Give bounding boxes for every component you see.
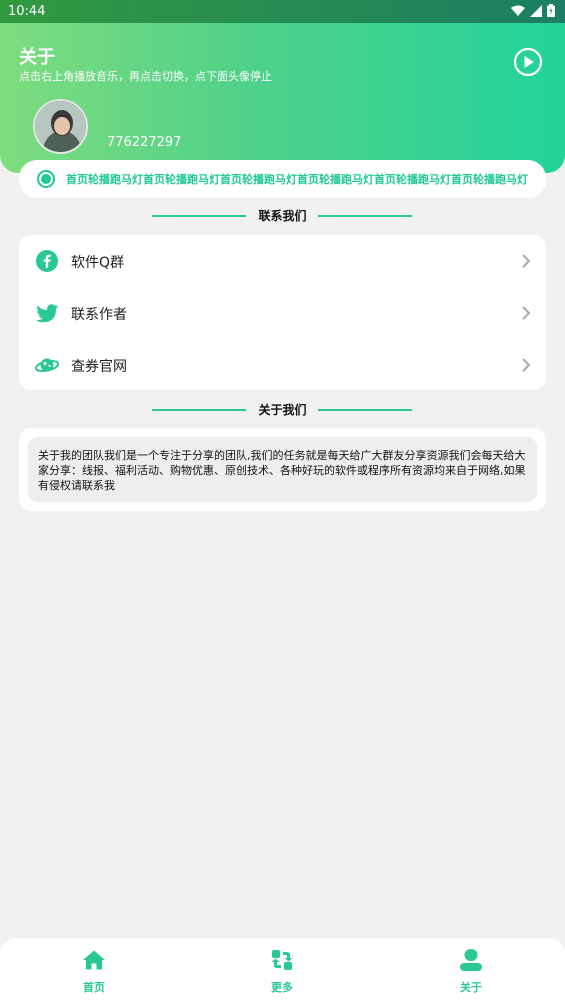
battery-icon (547, 4, 555, 17)
divider-line (152, 215, 246, 217)
avatar-image (35, 101, 86, 152)
contact-list: 软件Q群 联系作者 查券官网 (19, 235, 546, 390)
contact-section-title: 联系我们 (258, 209, 307, 223)
page-title: 关于 (19, 47, 55, 68)
user-id: 776227297 (107, 135, 182, 150)
list-item-label: 查券官网 (71, 359, 127, 375)
signal-icon (530, 4, 542, 17)
status-icons (511, 4, 555, 17)
divider-line (318, 409, 412, 411)
nav-more[interactable]: 更多 (242, 938, 322, 1004)
bottom-nav: 首页 更多 关于 (0, 938, 565, 1004)
list-item-contact-author[interactable]: 联系作者 (19, 287, 546, 339)
user-icon (460, 949, 482, 971)
header: 关于 点击右上角播放音乐，再点击切换，点下面头像停止 776227297 (0, 23, 565, 173)
chevron-right-icon (522, 254, 531, 268)
home-icon (83, 950, 105, 970)
facebook-icon (36, 250, 58, 272)
nav-about[interactable]: 关于 (431, 938, 511, 1004)
list-item-coupon-site[interactable]: 查券官网 (19, 339, 546, 391)
twitter-icon (36, 304, 58, 323)
about-card: 关于我的团队我们是一个专注于分享的团队,我们的任务就是每天给广大群友分享资源我们… (19, 428, 546, 511)
list-item-label: 软件Q群 (71, 255, 125, 271)
marquee-text: 首页轮播跑马灯首页轮播跑马灯首页轮播跑马灯首页轮播跑马灯首页轮播跑马灯首页轮播跑… (66, 173, 528, 186)
status-bar: 10:44 (0, 0, 565, 23)
about-section-header: 关于我们 (0, 400, 565, 420)
nav-home[interactable]: 首页 (54, 938, 134, 1004)
radio-dot-icon (37, 170, 55, 188)
chevron-right-icon (522, 306, 531, 320)
page-subtitle: 点击右上角播放音乐，再点击切换，点下面头像停止 (19, 70, 272, 83)
divider-line (152, 409, 246, 411)
nav-label: 更多 (271, 981, 293, 994)
contact-section-header: 联系我们 (0, 206, 565, 226)
list-item-label: 联系作者 (71, 307, 127, 323)
avatar[interactable] (33, 99, 88, 154)
about-section-title: 关于我们 (258, 403, 307, 417)
status-time: 10:44 (8, 4, 46, 19)
switch-icon (271, 950, 293, 970)
nav-label: 首页 (83, 981, 105, 994)
chevron-right-icon (522, 358, 531, 372)
wifi-icon (511, 5, 525, 16)
nav-label: 关于 (460, 981, 482, 994)
marquee-banner: 首页轮播跑马灯首页轮播跑马灯首页轮播跑马灯首页轮播跑马灯首页轮播跑马灯首页轮播跑… (19, 160, 546, 198)
play-circle-icon[interactable] (513, 47, 543, 77)
divider-line (318, 215, 412, 217)
list-item-qq-group[interactable]: 软件Q群 (19, 235, 546, 287)
about-text: 关于我的团队我们是一个专注于分享的团队,我们的任务就是每天给广大群友分享资源我们… (28, 437, 537, 502)
planet-icon (35, 358, 59, 373)
